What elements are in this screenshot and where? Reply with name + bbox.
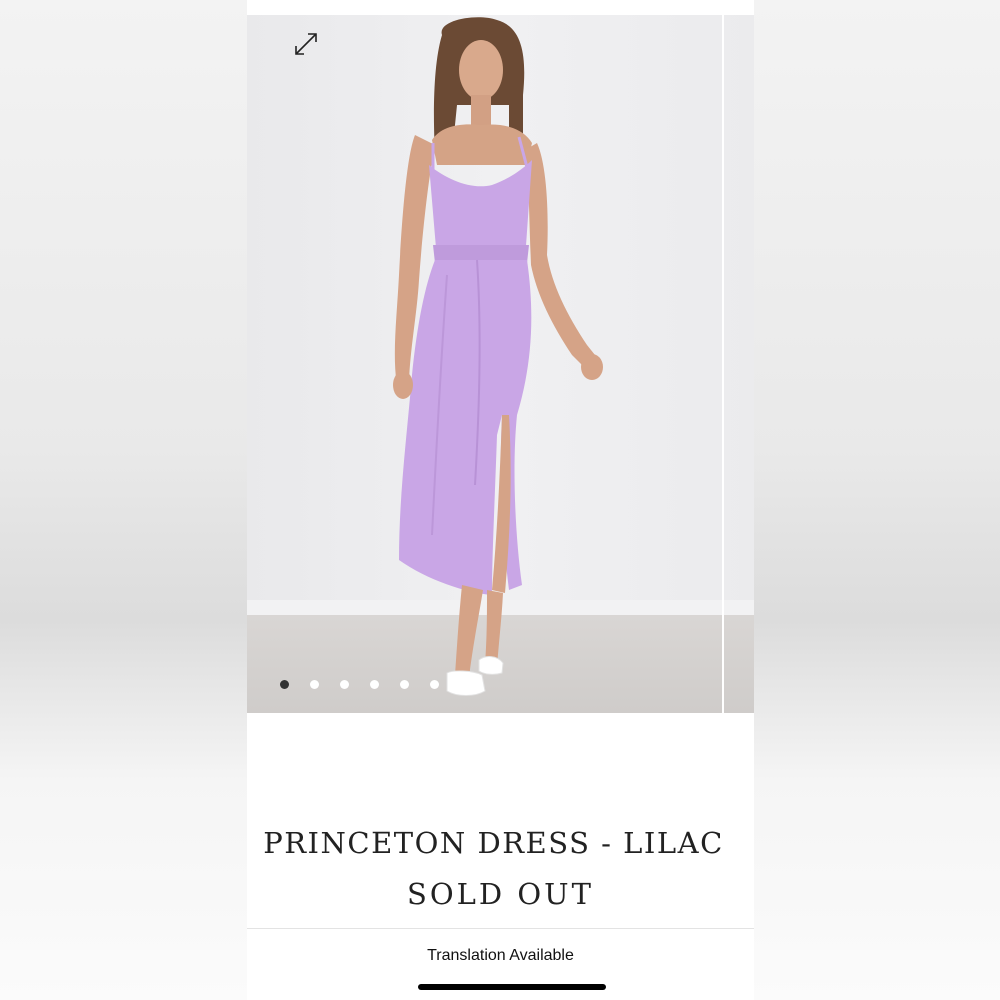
- pagination-dot[interactable]: [340, 679, 349, 689]
- home-indicator: [418, 984, 606, 990]
- pagination-dot[interactable]: [370, 679, 379, 689]
- pagination-dot[interactable]: [430, 679, 439, 689]
- product-title: PRINCETON DRESS - LILAC: [263, 826, 724, 860]
- product-page: PRINCETON DRESS - LILAC SOLD OUT Transla…: [247, 0, 754, 1000]
- background-blur-left: [0, 0, 247, 1000]
- pagination-dot[interactable]: [280, 679, 289, 689]
- top-strip: [247, 0, 754, 15]
- background-blur-right: [754, 0, 1000, 1000]
- translation-available-link[interactable]: Translation Available: [247, 947, 754, 965]
- pagination-dot[interactable]: [400, 679, 409, 689]
- product-photo: [393, 17, 603, 696]
- pagination-dot[interactable]: [310, 679, 319, 689]
- bottom-bar: Translation Available: [247, 928, 754, 1000]
- expand-arrows-icon[interactable]: [291, 29, 321, 59]
- gallery-pagination[interactable]: [280, 679, 469, 689]
- pagination-dot[interactable]: [460, 679, 469, 689]
- product-image-gallery[interactable]: [247, 15, 754, 713]
- stock-status: SOLD OUT: [407, 877, 594, 911]
- gallery-divider: [722, 15, 724, 713]
